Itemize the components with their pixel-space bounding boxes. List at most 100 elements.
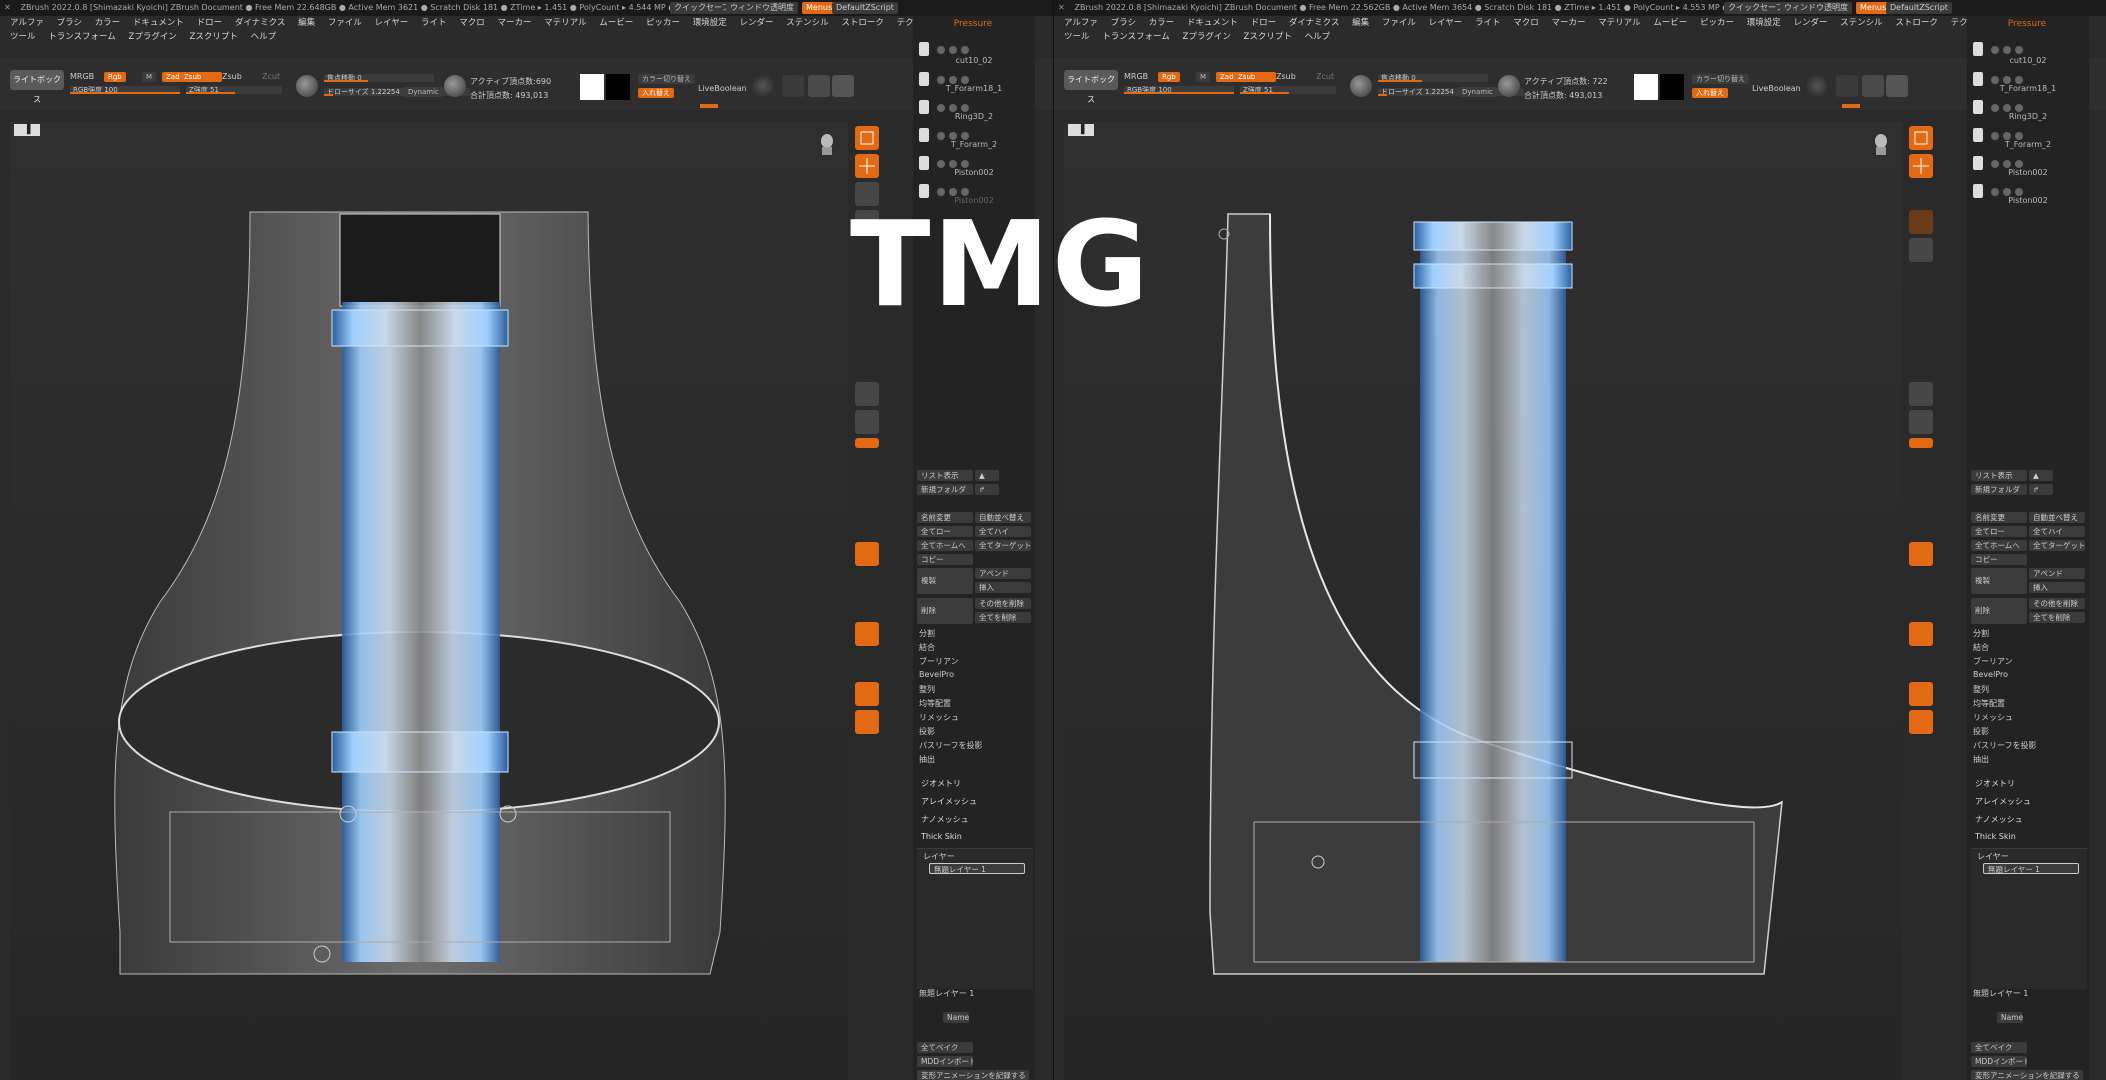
copy-button[interactable]: コピー xyxy=(917,554,973,565)
symmetry-icon[interactable] xyxy=(1806,75,1828,97)
delete-button[interactable]: 削除 xyxy=(917,598,973,624)
all-low-button[interactable]: 全てロー xyxy=(1971,526,2027,537)
append-button[interactable]: アペンド xyxy=(975,568,1031,579)
zscript-button[interactable]: DefaultZScript xyxy=(1886,2,1952,14)
color-switch-button[interactable]: カラー切り替え xyxy=(1692,74,1749,84)
frame-button[interactable] xyxy=(855,382,879,406)
menu-tool[interactable]: ツール xyxy=(1064,32,1090,42)
quicksave-button[interactable]: クイックセーブ xyxy=(1724,2,1788,14)
name-button[interactable]: Name xyxy=(943,1012,969,1023)
align-menu[interactable]: 整列 xyxy=(919,684,935,695)
rename-button[interactable]: 名前変更 xyxy=(917,512,973,523)
all-high-button[interactable]: 全てハイ xyxy=(2029,526,2085,537)
split-menu[interactable]: 分割 xyxy=(1973,628,1989,639)
arrow-up-button[interactable]: ▲ xyxy=(975,470,999,481)
dots-brush-icon[interactable] xyxy=(808,75,830,97)
align-menu[interactable]: 整列 xyxy=(1973,684,1989,695)
menu-material[interactable]: マテリアル xyxy=(1598,18,1640,28)
dots-brush-icon[interactable] xyxy=(1862,75,1884,97)
project-bas-relief-menu[interactable]: パスリーフを投影 xyxy=(1973,740,2037,751)
edit-button[interactable] xyxy=(1909,126,1933,150)
local-button[interactable] xyxy=(1909,438,1933,448)
menu-tool[interactable]: ツール xyxy=(10,32,36,42)
zscript-button[interactable]: DefaultZScript xyxy=(832,2,898,14)
remesh-menu[interactable]: リメッシュ xyxy=(1973,712,2013,723)
autosort-button[interactable]: 自動並べ替え xyxy=(2029,512,2085,523)
ghost-button[interactable] xyxy=(1909,622,1933,646)
geometry-menu[interactable]: ジオメトリ xyxy=(921,778,961,789)
mdd-import-button[interactable]: MDDインポート xyxy=(917,1056,973,1067)
menu-render[interactable]: レンダー xyxy=(1793,18,1827,28)
mrgb-label[interactable]: MRGB xyxy=(1124,72,1148,81)
transparency-button[interactable]: ウィンドウ透明度 xyxy=(726,2,798,14)
selected-subtool[interactable]: Pressure xyxy=(1967,19,2087,29)
boolean-menu[interactable]: ブーリアン xyxy=(919,656,959,667)
menu-light[interactable]: ライト xyxy=(421,18,447,28)
menu-zscript[interactable]: Zスクリプト xyxy=(190,32,238,42)
main-color-swatch[interactable] xyxy=(1634,74,1658,100)
menu-alpha[interactable]: アルファ xyxy=(10,18,44,28)
color-switch-button[interactable]: カラー切り替え xyxy=(638,74,695,84)
m-toggle[interactable]: M xyxy=(142,72,157,82)
rgb-toggle[interactable]: Rgb xyxy=(1158,72,1180,82)
frame-button[interactable] xyxy=(1909,382,1933,406)
thickskin-menu[interactable]: Thick Skin xyxy=(921,832,962,841)
bake-all-button[interactable]: 全てベイク xyxy=(917,1042,973,1053)
menu-dynamics[interactable]: ダイナミクス xyxy=(1289,18,1340,28)
menu-macro[interactable]: マクロ xyxy=(1513,18,1539,28)
insert-button[interactable]: 挿入 xyxy=(2029,582,2085,593)
selected-subtool[interactable]: Pressure xyxy=(913,19,1033,29)
menu-color[interactable]: カラー xyxy=(1149,18,1175,28)
autosort-button[interactable]: 自動並べ替え xyxy=(975,512,1031,523)
zcut-label[interactable]: Zcut xyxy=(262,72,280,81)
all-to-home-button[interactable]: 全てホームへ xyxy=(1971,540,2027,551)
distribute-menu[interactable]: 均等配置 xyxy=(919,698,951,709)
zsub-toggle-active[interactable]: Zsub xyxy=(1234,72,1276,82)
menu-stroke[interactable]: ストローク xyxy=(1895,18,1938,28)
all-high-button[interactable]: 全てハイ xyxy=(975,526,1031,537)
distribute-menu[interactable]: 均等配置 xyxy=(1973,698,2005,709)
menu-stencil[interactable]: ステンシル xyxy=(786,18,829,28)
menu-zplugin[interactable]: Zプラグイン xyxy=(129,32,177,42)
menu-transform[interactable]: トランスフォーム xyxy=(1102,32,1170,42)
remesh-menu[interactable]: リメッシュ xyxy=(919,712,959,723)
mdd-import-button[interactable]: MDDインポート xyxy=(1971,1056,2027,1067)
menu-picker[interactable]: ピッカー xyxy=(1700,18,1734,28)
boolean-menu[interactable]: ブーリアン xyxy=(1973,656,2013,667)
transp-button[interactable] xyxy=(855,542,879,566)
menu-marker[interactable]: マーカー xyxy=(497,18,531,28)
project-bas-relief-menu[interactable]: パスリーフを投影 xyxy=(919,740,983,751)
menu-light[interactable]: ライト xyxy=(1475,18,1501,28)
menu-edit[interactable]: 編集 xyxy=(298,18,315,28)
liveboolean-button[interactable]: LiveBoolean xyxy=(698,84,747,93)
menu-preferences[interactable]: 環境設定 xyxy=(693,18,727,28)
duplicate-button[interactable]: 複製 xyxy=(1971,568,2027,594)
menu-macro[interactable]: マクロ xyxy=(459,18,485,28)
local-button[interactable] xyxy=(855,438,879,448)
sculptris-icon[interactable] xyxy=(1836,75,1858,97)
menu-document[interactable]: ドキュメント xyxy=(1187,18,1238,28)
project-menu[interactable]: 投影 xyxy=(1973,726,1989,737)
menu-transform[interactable]: トランスフォーム xyxy=(48,32,116,42)
zcut-label[interactable]: Zcut xyxy=(1316,72,1334,81)
subtool-row[interactable]: Piston002 xyxy=(1969,196,2087,234)
solo-button[interactable] xyxy=(855,682,879,706)
menu-material[interactable]: マテリアル xyxy=(544,18,586,28)
new-folder-button[interactable]: 新規フォルダ xyxy=(1971,484,2027,495)
menu-alpha[interactable]: アルファ xyxy=(1064,18,1098,28)
insert-button[interactable]: 挿入 xyxy=(975,582,1031,593)
swap-button[interactable]: 入れ替え xyxy=(1692,88,1728,98)
all-low-button[interactable]: 全てロー xyxy=(917,526,973,537)
bevelpro-menu[interactable]: BevelPro xyxy=(919,670,954,679)
append-button[interactable]: アペンド xyxy=(2029,568,2085,579)
layer-active-row[interactable]: 無題レイヤー 1 xyxy=(929,863,1025,874)
menu-file[interactable]: ファイル xyxy=(328,18,362,28)
zsub-toggle-active[interactable]: Zsub xyxy=(180,72,222,82)
polyf-button[interactable] xyxy=(855,710,879,734)
delete-other-button[interactable]: その他を削除 xyxy=(2029,598,2085,609)
main-color-swatch[interactable] xyxy=(580,74,604,100)
lightbox-button[interactable]: ライトボックス xyxy=(10,70,64,104)
transp-button[interactable] xyxy=(1909,542,1933,566)
focal-shift-slider[interactable]: 焦点移動 0 xyxy=(1378,74,1488,82)
zsub-label[interactable]: Zsub xyxy=(222,72,242,81)
